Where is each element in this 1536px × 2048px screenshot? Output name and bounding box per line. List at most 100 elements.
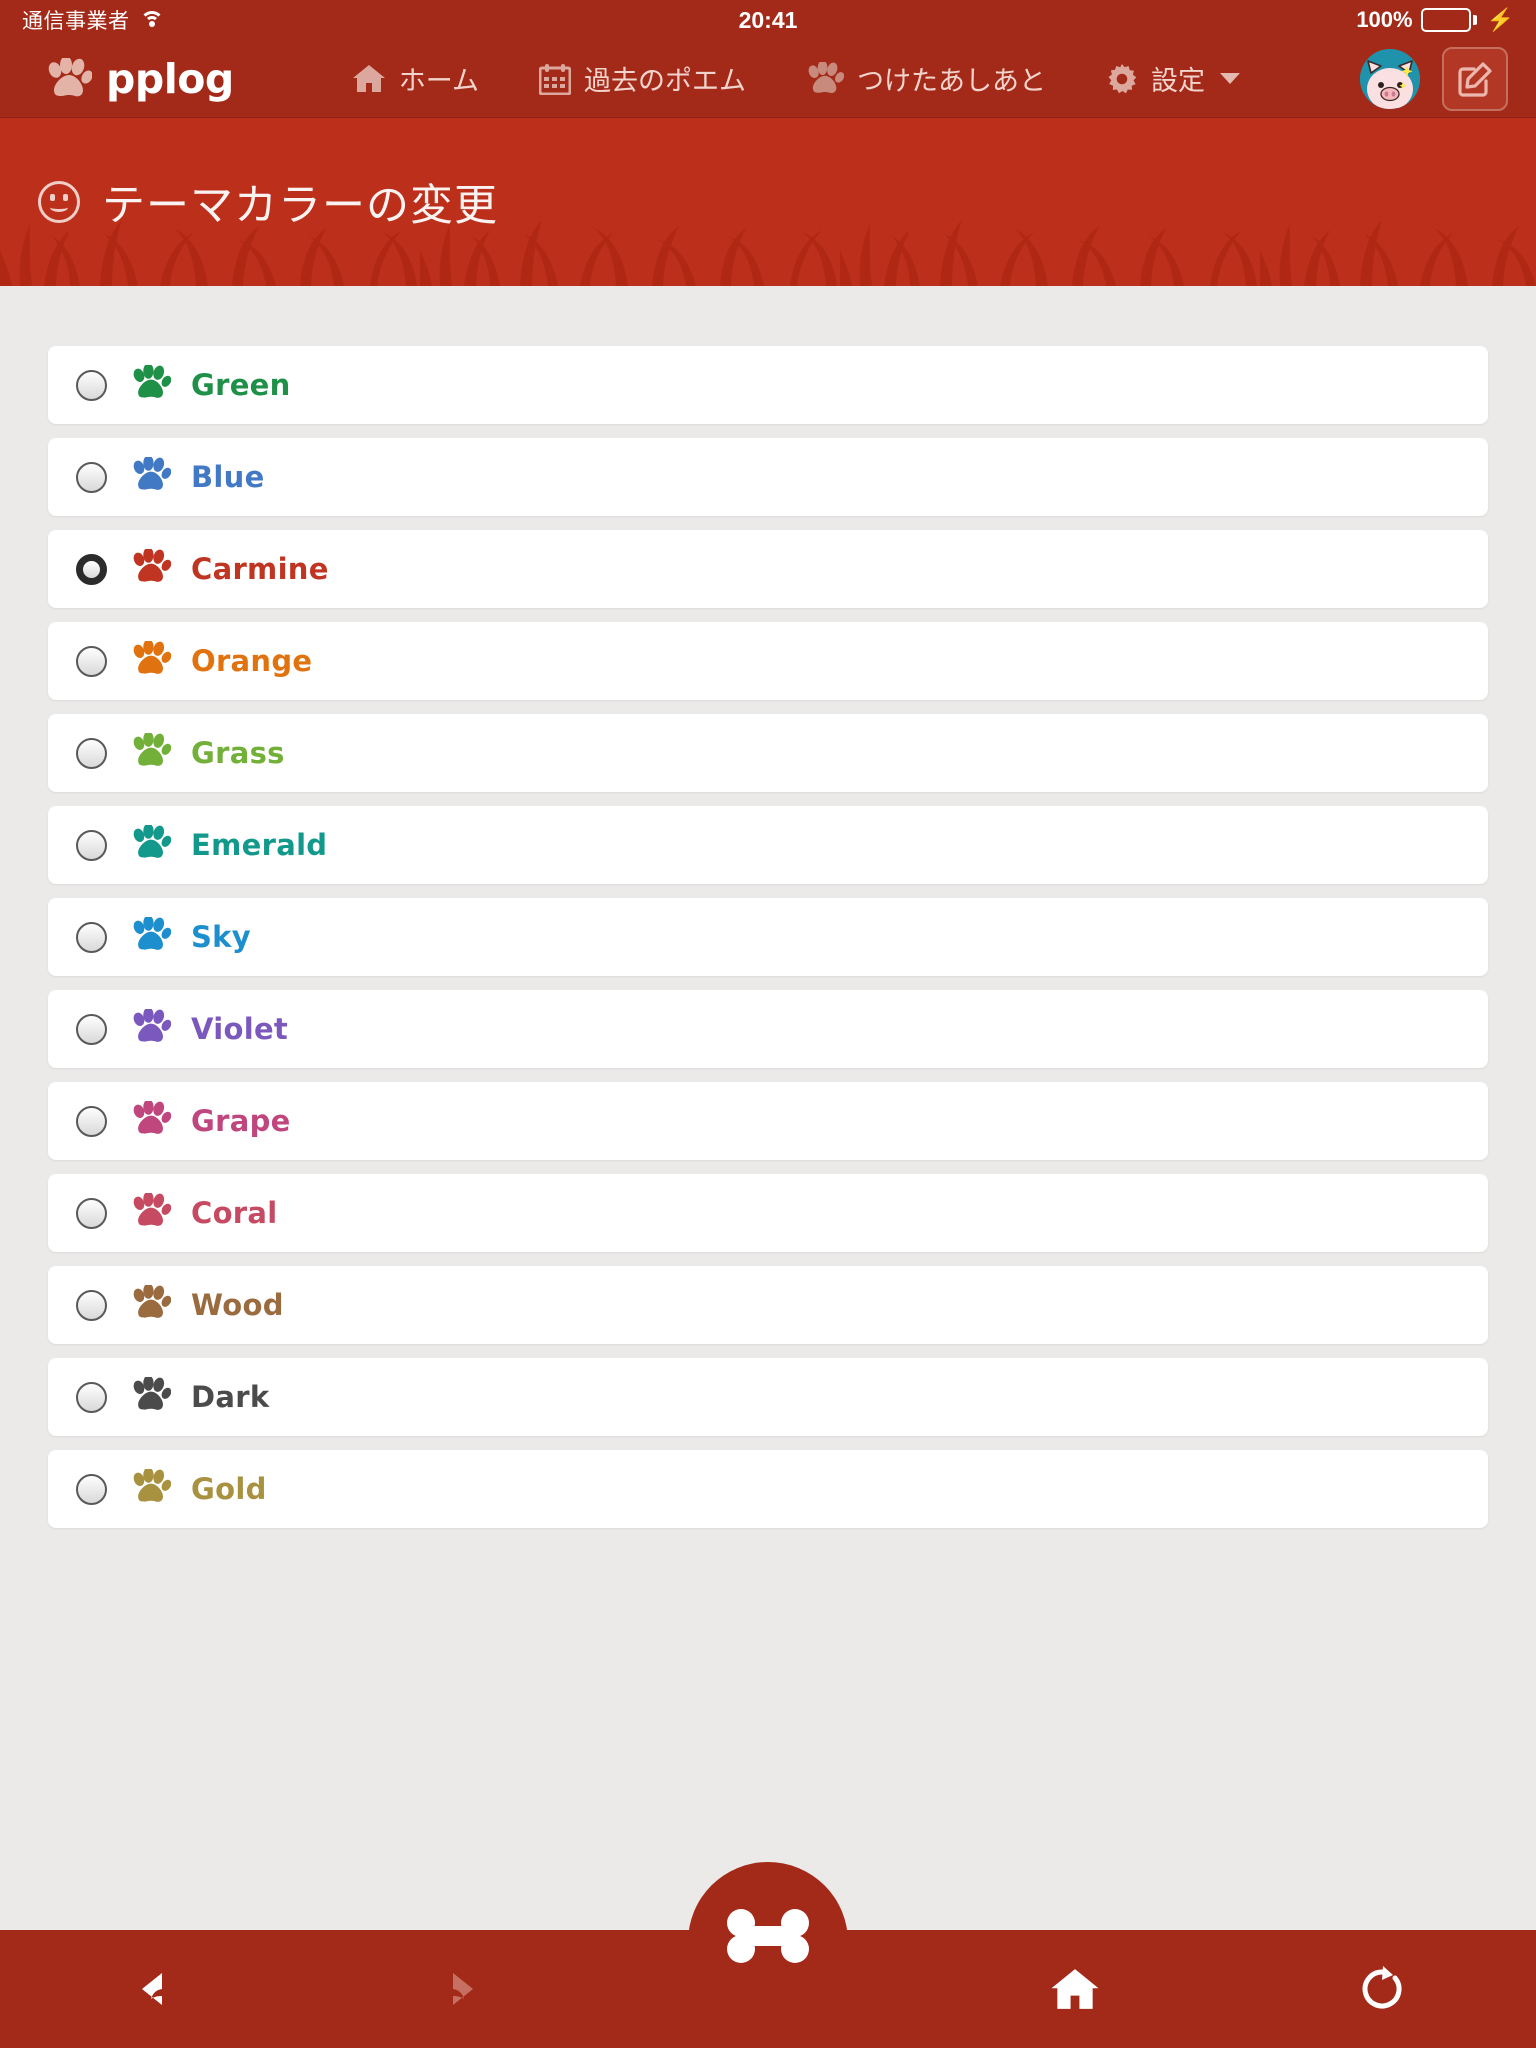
theme-radio[interactable] (76, 1013, 107, 1045)
theme-radio[interactable] (76, 1197, 107, 1229)
paw-print-icon (133, 1466, 172, 1502)
page-title: テーマカラーの変更 (102, 182, 498, 230)
theme-label: Dark (191, 1380, 270, 1414)
paw-print-icon (806, 61, 844, 96)
navbar-right (1360, 46, 1508, 111)
lightning-bolt-icon: ⚡ (1486, 7, 1514, 32)
theme-color-list: Green Blue Carmine Orange Grass Emerald Sky Vio… (0, 286, 1536, 2048)
paw-print-icon (131, 1098, 172, 1142)
navbar-menu: ホーム 過去のポエム つけたあしあと 設定 (322, 59, 1270, 98)
nav-item-past-poems[interactable]: 過去のポエム (509, 59, 776, 98)
carrier-label: 通信事業者 (22, 10, 130, 33)
paw-print-icon (133, 638, 172, 674)
paw-print-icon (131, 730, 172, 774)
theme-label: Carmine (191, 552, 329, 586)
theme-row[interactable]: Blue (48, 438, 1488, 516)
nav-item-home-label: ホーム (398, 66, 479, 96)
theme-label: Wood (191, 1288, 284, 1322)
paw-print-icon (131, 1190, 172, 1234)
brand-logo[interactable]: pplog (46, 55, 234, 103)
tab-forward[interactable] (307, 1930, 614, 2048)
arrow-left-icon (141, 1973, 162, 2005)
theme-label: Green (191, 368, 291, 402)
theme-radio[interactable] (76, 1473, 107, 1505)
theme-radio[interactable] (76, 921, 107, 953)
wifi-icon (139, 11, 164, 29)
paw-print-icon (131, 362, 172, 406)
nav-item-past-poems-label: 過去のポエム (583, 66, 746, 96)
user-avatar-pig[interactable] (1360, 48, 1420, 109)
app-navbar: pplog ホーム 過去のポエム つけたあしあと 設定 (0, 40, 1536, 118)
theme-row[interactable]: Green (48, 346, 1488, 424)
paw-print-icon (48, 57, 92, 96)
theme-row[interactable]: Coral (48, 1174, 1488, 1252)
status-bar-right: 100% ⚡ (1356, 7, 1514, 33)
theme-label: Blue (191, 460, 265, 494)
theme-row[interactable]: Grass (48, 714, 1488, 792)
paw-print-icon (133, 454, 172, 490)
paw-print-icon (133, 822, 172, 858)
compose-button[interactable] (1442, 46, 1508, 111)
paw-print-icon (131, 914, 172, 958)
home-icon (352, 63, 386, 94)
paw-print-icon (131, 1374, 172, 1418)
theme-row[interactable]: Orange (48, 622, 1488, 700)
theme-label: Emerald (191, 828, 328, 862)
theme-row[interactable]: Gold (48, 1450, 1488, 1528)
theme-row[interactable]: Dark (48, 1358, 1488, 1436)
paw-print-icon (131, 822, 172, 866)
theme-radio[interactable] (76, 461, 107, 493)
battery-full-icon (1420, 8, 1477, 32)
theme-radio[interactable] (76, 1381, 107, 1413)
nav-item-footprints-label: つけたあしあと (856, 66, 1046, 96)
theme-label: Grape (191, 1104, 291, 1138)
home-icon (1051, 1969, 1099, 2009)
theme-label: Gold (191, 1472, 267, 1506)
theme-row[interactable]: Violet (48, 990, 1488, 1068)
theme-radio[interactable] (76, 829, 107, 861)
paw-print-icon (133, 914, 172, 950)
theme-radio[interactable] (76, 369, 107, 401)
theme-row[interactable]: Carmine (48, 530, 1488, 608)
calendar-icon (538, 63, 571, 95)
theme-radio[interactable] (76, 737, 107, 769)
theme-label: Violet (191, 1012, 289, 1046)
nav-item-settings-label: 設定 (1150, 66, 1205, 96)
theme-row[interactable]: Wood (48, 1266, 1488, 1344)
theme-label: Coral (191, 1196, 278, 1230)
theme-radio[interactable] (76, 553, 107, 585)
bone-icon (727, 1909, 809, 1963)
page-title-container: テーマカラーの変更 (0, 118, 1536, 286)
theme-radio[interactable] (76, 1289, 107, 1321)
status-bar-left: 通信事業者 (22, 5, 164, 35)
theme-row[interactable]: Sky (48, 898, 1488, 976)
status-bar-clock: 20:41 (738, 6, 798, 33)
brand-name: pplog (106, 54, 234, 103)
smiley-face-icon (38, 181, 80, 223)
tab-back[interactable] (0, 1930, 307, 2048)
paw-print-icon (133, 1006, 172, 1042)
paw-print-icon (131, 1466, 172, 1510)
theme-radio[interactable] (76, 1105, 107, 1137)
theme-radio[interactable] (76, 645, 107, 677)
nav-item-home[interactable]: ホーム (322, 59, 509, 98)
chevron-down-icon (1219, 73, 1240, 84)
theme-label: Grass (191, 736, 285, 770)
paw-print-icon (133, 1282, 172, 1318)
theme-label: Orange (191, 644, 313, 678)
tab-reload[interactable] (1229, 1930, 1536, 2048)
theme-row[interactable]: Emerald (48, 806, 1488, 884)
paw-print-icon (131, 546, 172, 590)
battery-percent-label: 100% (1356, 7, 1413, 32)
compose-edit-icon (1458, 61, 1492, 97)
nav-item-footprints[interactable]: つけたあしあと (776, 59, 1076, 98)
page-banner: テーマカラーの変更 (0, 118, 1536, 286)
nav-item-settings[interactable]: 設定 (1076, 59, 1270, 98)
refresh-icon (1362, 1966, 1402, 2009)
theme-label: Sky (191, 920, 251, 954)
theme-row[interactable]: Grape (48, 1082, 1488, 1160)
new-post-fab-button[interactable] (688, 1862, 848, 2048)
paw-print-icon (131, 1282, 172, 1326)
tab-home[interactable] (922, 1930, 1229, 2048)
paw-print-icon (133, 362, 172, 398)
